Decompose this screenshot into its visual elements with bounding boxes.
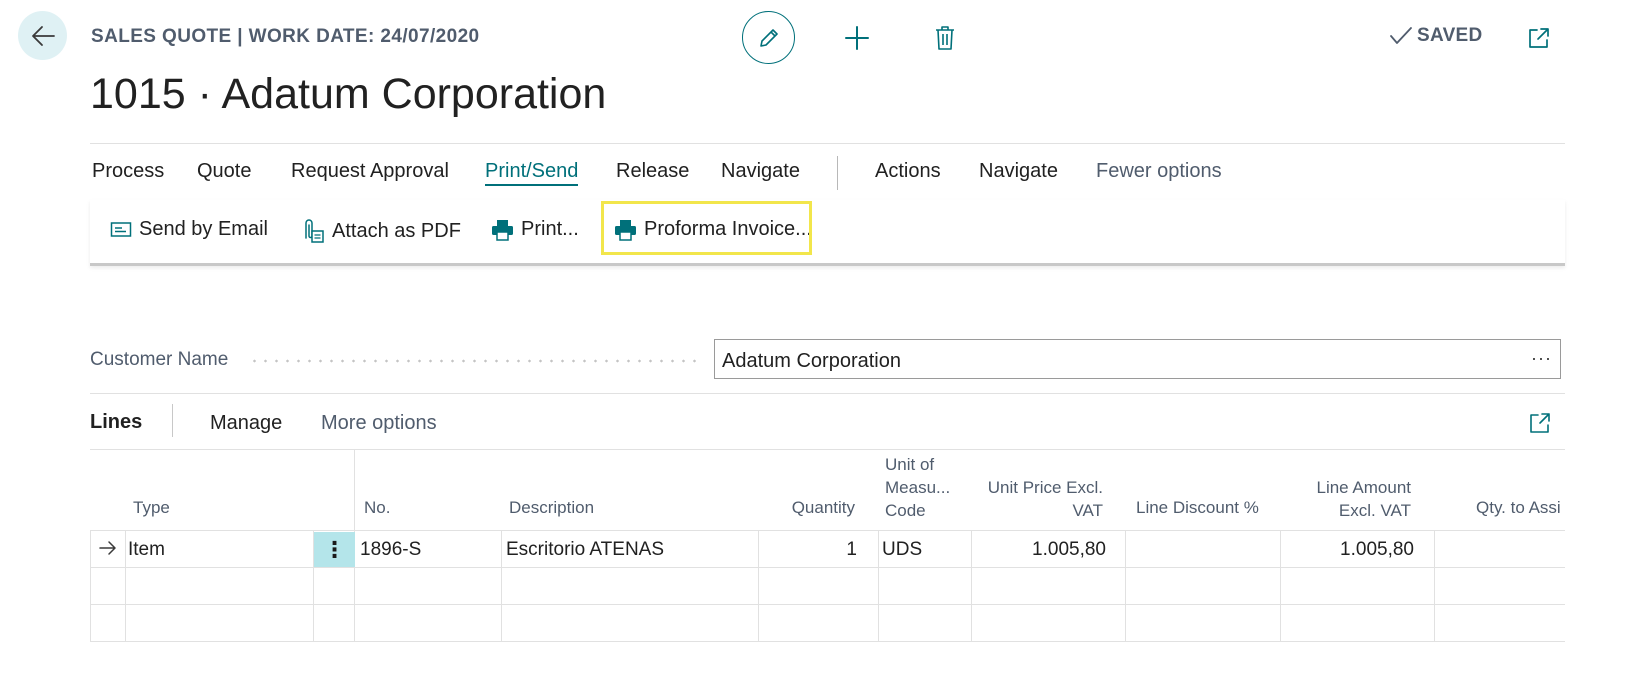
grid-header-border — [90, 530, 1565, 531]
lines-expand-button[interactable] — [1529, 412, 1551, 434]
grid-col-border — [1280, 530, 1281, 642]
attach-as-pdf-button[interactable]: Attach as PDF — [301, 218, 461, 244]
lines-title[interactable]: Lines — [90, 411, 142, 434]
customer-name-label: Customer Name — [90, 349, 229, 370]
lines-more-options-button[interactable]: More options — [321, 412, 437, 435]
menu-navigate[interactable]: Navigate — [721, 160, 800, 183]
column-header-line-amount-line2: Excl. VAT — [1338, 501, 1411, 520]
grid-col-border — [758, 530, 759, 642]
grid-col-border — [971, 530, 972, 642]
cell-quantity[interactable]: 1 — [760, 539, 857, 561]
cell-line-amount[interactable]: 1.005,80 — [1284, 539, 1414, 561]
lines-manage-button[interactable]: Manage — [210, 412, 282, 435]
print-button[interactable]: Print... — [491, 218, 579, 241]
grid-col-border — [501, 530, 502, 642]
saved-status: SAVED — [1389, 25, 1483, 47]
column-header-qty-to-assign[interactable]: Qty. to Assi — [1476, 496, 1565, 519]
column-header-line-amount-line1: Line Amount — [1316, 478, 1411, 497]
edit-button[interactable] — [742, 11, 795, 64]
vertical-ellipsis-icon: ⋮ — [323, 536, 346, 562]
column-header-uom-line3: Code — [885, 501, 926, 520]
column-header-description[interactable]: Description — [509, 496, 594, 519]
cell-no[interactable]: 1896-S — [360, 539, 421, 561]
customer-name-input[interactable]: Adatum Corporation — [714, 339, 1561, 379]
menu-quote[interactable]: Quote — [197, 160, 251, 183]
section-divider — [90, 393, 1565, 394]
page-title: 1015 · Adatum Corporation — [90, 70, 607, 118]
send-by-email-label: Send by Email — [139, 218, 268, 240]
column-header-uom-line2: Measu... — [885, 478, 951, 497]
open-in-new-window-icon — [1529, 28, 1549, 48]
column-header-type[interactable]: Type — [133, 496, 170, 519]
cell-unit-of-measure[interactable]: UDS — [882, 539, 922, 561]
grid-col-border — [125, 530, 126, 642]
menu-actions[interactable]: Actions — [875, 160, 941, 183]
back-button[interactable] — [18, 11, 67, 60]
grid-row-border — [90, 567, 1565, 568]
proforma-invoice-highlight — [601, 201, 812, 255]
menu-release[interactable]: Release — [616, 160, 689, 183]
grid-top-border — [90, 449, 1565, 450]
grid-row-border — [90, 604, 1565, 605]
pencil-icon — [759, 28, 778, 47]
attach-pdf-icon — [305, 219, 324, 243]
checkmark-icon — [1390, 27, 1412, 44]
menu-process[interactable]: Process — [92, 160, 164, 183]
row-actions-button[interactable]: ⋮ — [314, 532, 355, 567]
menu-request-approval[interactable]: Request Approval — [291, 160, 449, 183]
column-header-quantity[interactable]: Quantity — [760, 496, 855, 519]
row-indicator-arrow-icon — [98, 540, 118, 556]
menu-separator — [837, 156, 838, 190]
cell-unit-price[interactable]: 1.005,80 — [975, 539, 1106, 561]
menu-print-send[interactable]: Print/Send — [485, 160, 579, 186]
print-label: Print... — [521, 218, 579, 240]
grid-col-border — [1125, 530, 1126, 642]
delete-button[interactable] — [932, 24, 958, 52]
column-header-no[interactable]: No. — [364, 496, 390, 519]
grid-col-border — [878, 530, 879, 642]
printer-icon — [492, 219, 513, 241]
send-by-email-button[interactable]: Send by Email — [110, 218, 268, 241]
trash-icon — [936, 26, 954, 50]
open-in-new-window-icon — [1530, 413, 1550, 433]
column-header-line-amount[interactable]: Line Amount Excl. VAT — [1284, 476, 1411, 522]
column-header-uom-line1: Unit of — [885, 455, 935, 474]
field-leader-dots — [249, 359, 701, 363]
column-header-unit-price[interactable]: Unit Price Excl. VAT — [975, 476, 1103, 522]
menu-fewer-options[interactable]: Fewer options — [1096, 160, 1222, 183]
lines-separator — [172, 404, 173, 437]
attach-as-pdf-label: Attach as PDF — [332, 219, 461, 242]
grid-col-border — [1434, 530, 1435, 642]
popout-button[interactable] — [1527, 26, 1551, 50]
column-header-line-discount[interactable]: Line Discount % — [1136, 496, 1259, 519]
email-icon — [110, 221, 132, 237]
plus-icon — [845, 26, 869, 50]
column-header-unit-price-line2: VAT — [1072, 501, 1103, 520]
page-caption: SALES QUOTE | WORK DATE: 24/07/2020 — [91, 26, 480, 47]
menu-navigate-secondary[interactable]: Navigate — [979, 160, 1058, 183]
new-button[interactable] — [843, 24, 871, 52]
saved-status-label: SAVED — [1417, 25, 1483, 46]
arrow-left-icon — [31, 25, 55, 46]
column-header-unit-of-measure[interactable]: Unit of Measu... Code — [885, 453, 950, 522]
column-header-unit-price-line1: Unit Price Excl. — [987, 478, 1103, 497]
cell-description[interactable]: Escritorio ATENAS — [506, 539, 664, 561]
customer-lookup-button[interactable]: ··· — [1531, 348, 1552, 369]
cell-type[interactable]: Item — [128, 539, 165, 561]
header-divider — [90, 143, 1565, 144]
grid-col-border — [90, 530, 91, 642]
grid-row-border — [90, 641, 1565, 642]
